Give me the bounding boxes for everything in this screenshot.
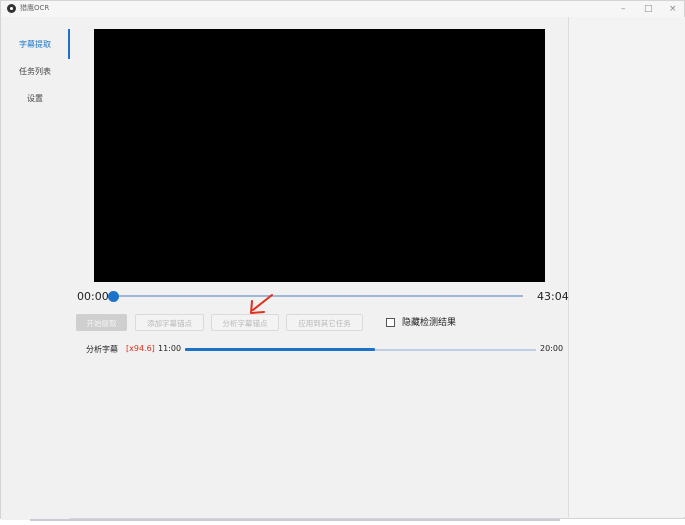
maximize-button[interactable]: □ (644, 2, 653, 16)
hide-results-checkbox[interactable] (386, 318, 395, 327)
hide-results-label: 隐藏检测结果 (402, 318, 457, 328)
analysis-progress-fill (185, 348, 375, 351)
analysis-speed: [x94.6] (126, 344, 155, 353)
apply-other-task-button[interactable]: 应用到其它任务 (286, 314, 363, 331)
analysis-label: 分析字幕 (86, 345, 118, 354)
minimize-button[interactable]: – (621, 2, 626, 16)
video-preview[interactable] (94, 29, 545, 282)
sidebar: 字幕提取 任务列表 设置 (1, 17, 70, 520)
total-time: 43:04 (537, 290, 569, 303)
analysis-end-time: 20:00 (540, 344, 564, 353)
current-time: 00:00 (77, 290, 109, 303)
close-button[interactable]: × (669, 2, 677, 16)
seek-track[interactable] (113, 295, 523, 297)
sidebar-item-settings[interactable]: 设置 (1, 85, 69, 113)
sidebar-item-task-list[interactable]: 任务列表 (1, 58, 69, 86)
app-logo-icon (7, 4, 16, 13)
right-pane (568, 17, 685, 517)
add-anchor-button[interactable]: 添加字幕锚点 (135, 314, 204, 331)
app-window: 猎鹰OCR – □ × 字幕提取 任务列表 设置 00:00 43:04 开始提… (0, 0, 685, 520)
start-extract-button[interactable]: 开始提取 (76, 314, 127, 331)
arrow-annotation-icon (250, 294, 273, 314)
seek-thumb[interactable] (108, 291, 119, 302)
analysis-start-time: 11:00 (158, 344, 182, 353)
window-title: 猎鹰OCR (20, 4, 50, 12)
taskbar-edge (30, 519, 560, 521)
sidebar-item-subtitle-extract[interactable]: 字幕提取 (1, 31, 69, 59)
title-bar: 猎鹰OCR – □ × (1, 1, 684, 17)
